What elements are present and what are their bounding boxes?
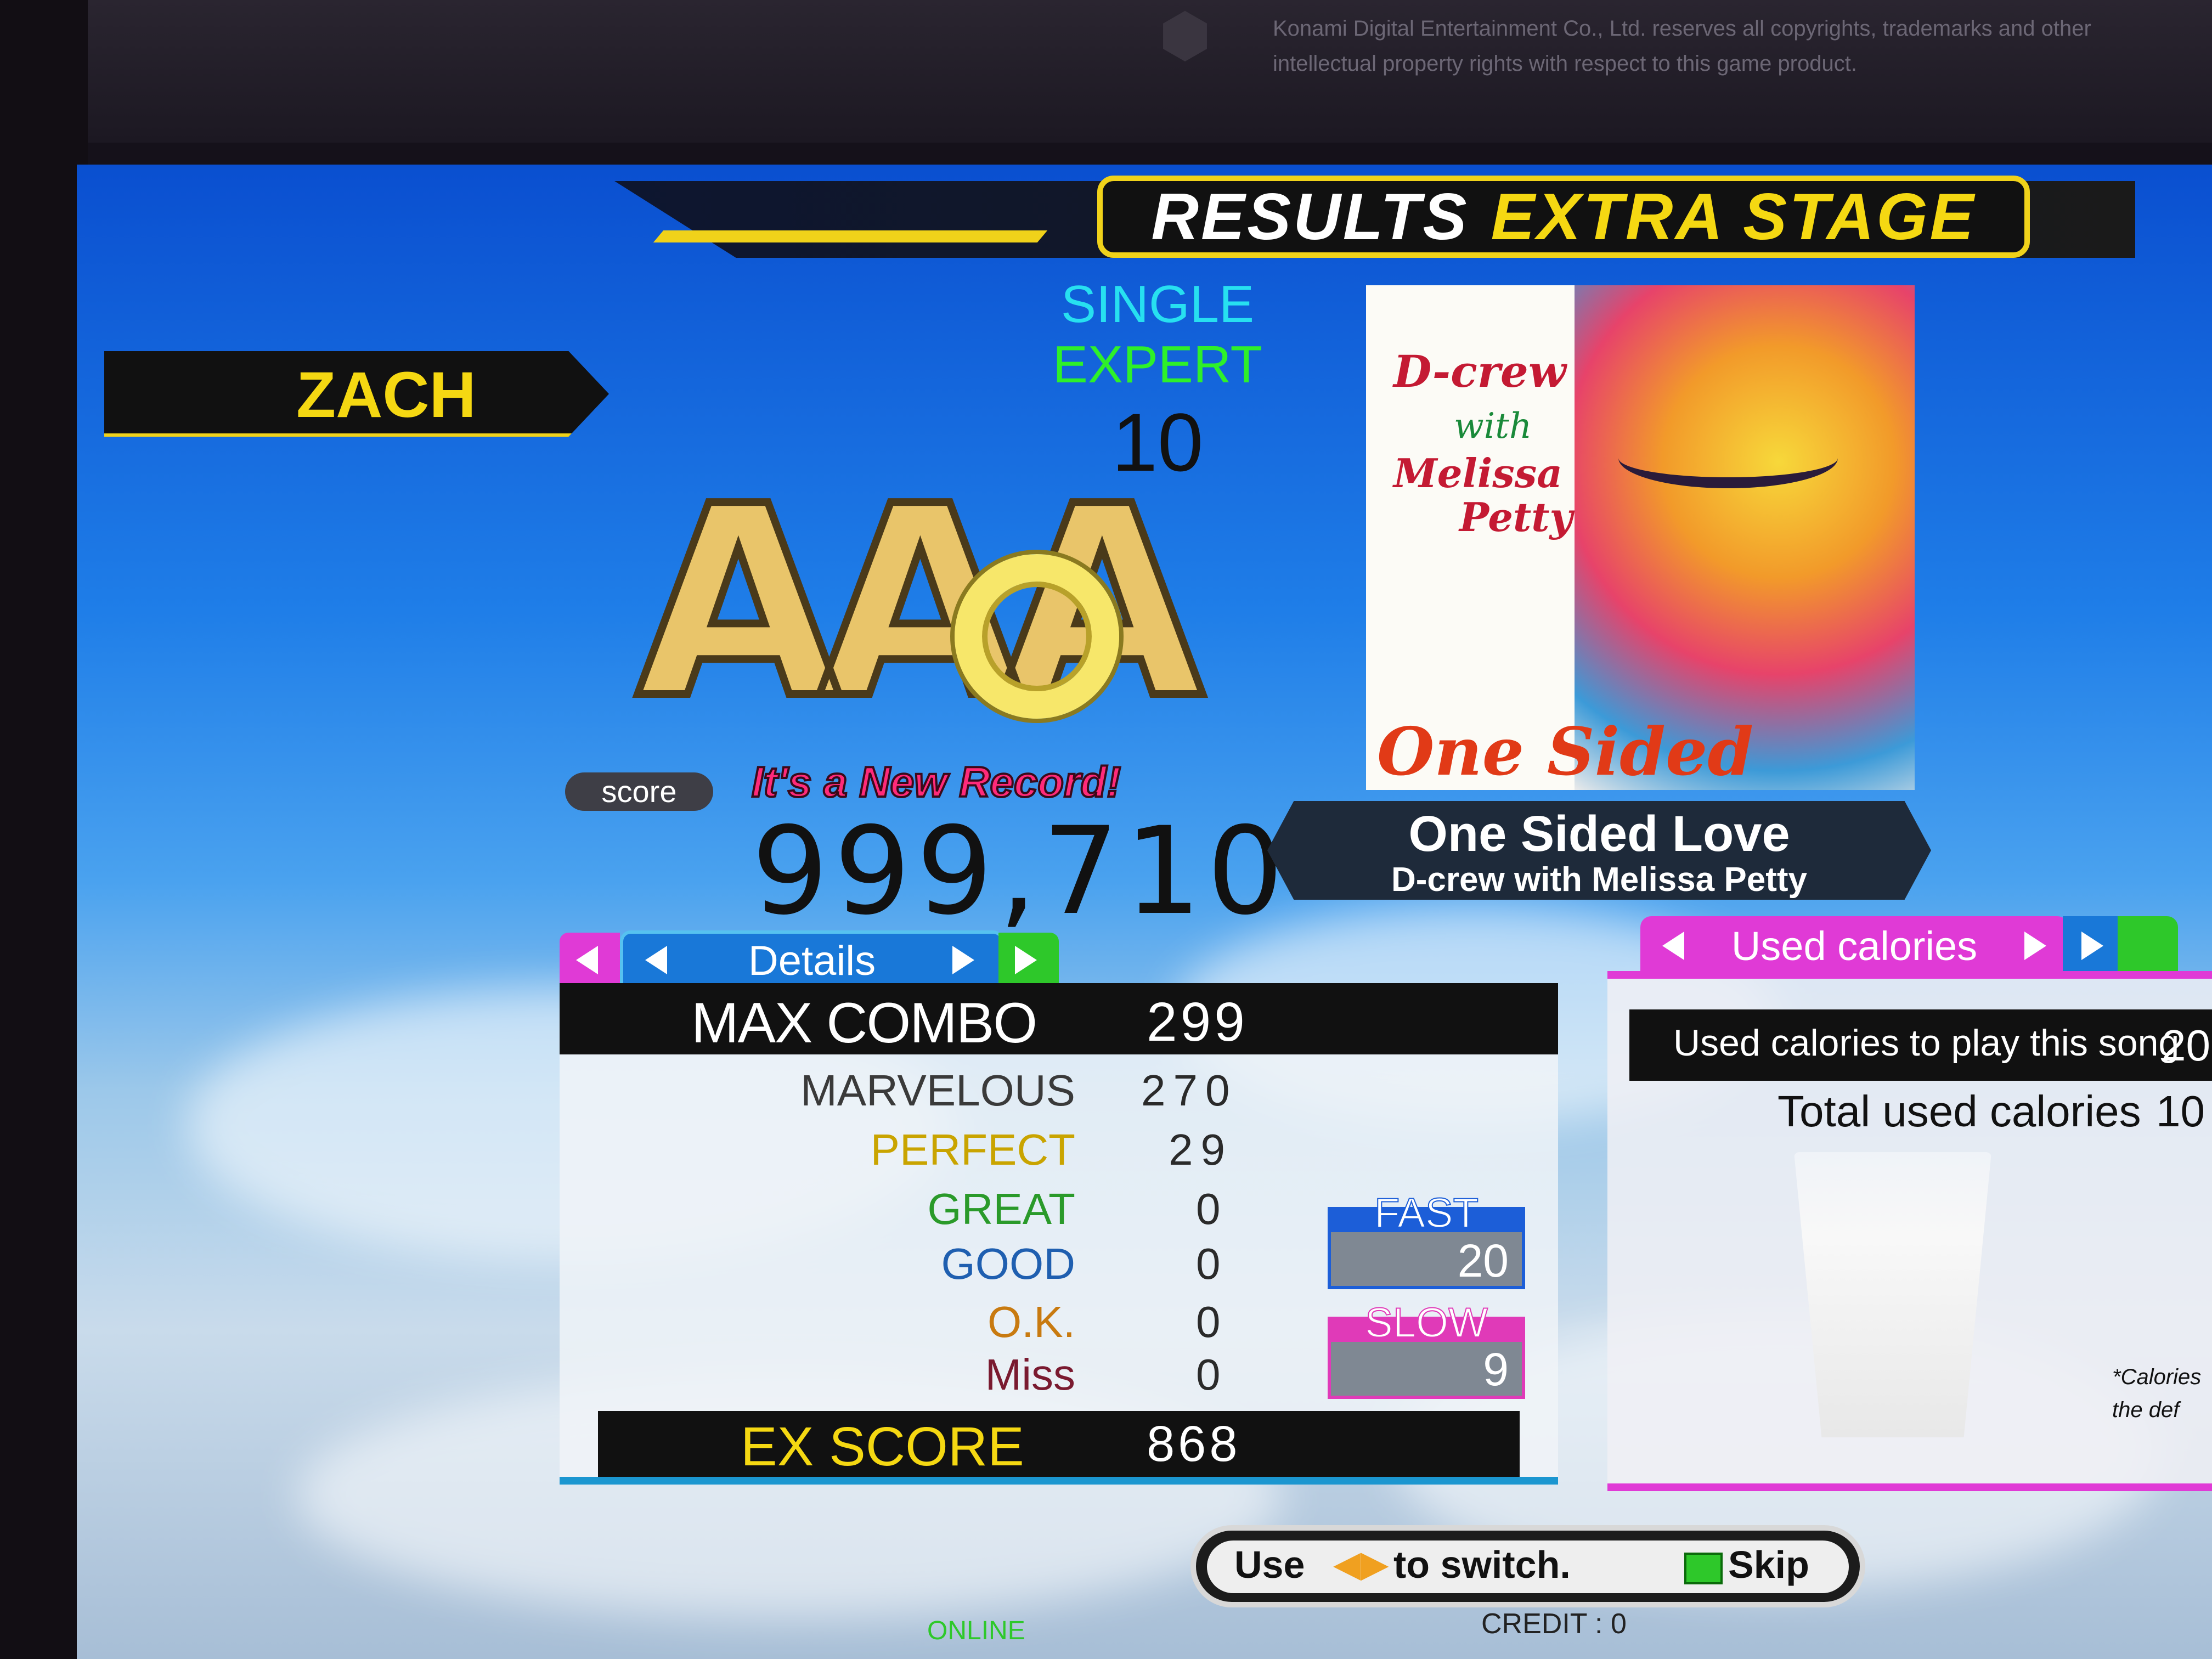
copyright-text: Konami Digital Entertainment Co., Ltd. r… — [1273, 16, 2091, 76]
full-combo-ring-icon — [955, 554, 1119, 719]
konami-logo-icon: ⬢ — [1158, 2, 1212, 69]
help-skip-text[interactable]: Skip — [1728, 1543, 1809, 1587]
judgment-label-ok: O.K. — [987, 1297, 1075, 1346]
jacket-text-with: with — [1454, 406, 1532, 447]
score-value: 999,710 — [752, 801, 1289, 941]
ex-score-value: 868 — [1147, 1416, 1241, 1472]
calories-song-value: 20 — [2162, 1021, 2210, 1070]
details-prev-tab[interactable] — [560, 933, 620, 988]
header-stripe — [653, 230, 1048, 242]
slow-value: 9 — [1483, 1344, 1509, 1395]
fast-value: 20 — [1457, 1235, 1509, 1286]
judgment-label-perfect: PERFECT — [870, 1125, 1075, 1174]
arrow-left-icon — [576, 946, 598, 974]
arrow-right-icon — [1015, 946, 1037, 974]
help-switch-text: to switch. — [1393, 1543, 1571, 1586]
arrow-right-icon — [2081, 932, 2103, 960]
judgment-value-ok: 0 — [1196, 1297, 1221, 1346]
jacket-eye-icon — [1618, 428, 1838, 488]
judgment-label-miss: Miss — [985, 1350, 1075, 1399]
details-next-tab[interactable] — [998, 933, 1059, 988]
calories-next-tab[interactable] — [2063, 916, 2123, 977]
judgment-value-perfect: 29 — [1169, 1125, 1233, 1174]
judgment-label-great: GREAT — [927, 1184, 1075, 1233]
max-combo-row: MAX COMBO 299 — [560, 983, 1558, 1055]
player-name: ZACH — [296, 359, 476, 431]
ex-score-label: EX SCORE — [741, 1416, 1024, 1477]
calories-tab-label: Used calories — [1731, 923, 1978, 969]
results-banner: RESULTS EXTRA STAGE — [1097, 176, 2030, 258]
online-status: ONLINE — [927, 1616, 1025, 1645]
score-label: score — [565, 772, 713, 811]
calories-total-value: 10 — [2156, 1087, 2205, 1136]
milk-glass-icon — [1794, 1152, 1991, 1437]
song-title: One Sided Love — [1408, 806, 1790, 862]
stage-label: EXTRA STAGE — [1491, 180, 1976, 253]
results-label: RESULTS — [1151, 180, 1469, 253]
jacket-text-artist: D-crew — [1393, 346, 1566, 397]
left-right-arrows-icon: ◀▶ — [1333, 1543, 1389, 1584]
new-record-label: It's a New Record! — [751, 757, 1122, 807]
song-artist: D-crew with Melissa Petty — [1391, 861, 1808, 899]
judgment-value-good: 0 — [1196, 1239, 1221, 1288]
judgment-value-great: 0 — [1196, 1184, 1221, 1233]
jacket-text-featured-2: Petty — [1459, 494, 1573, 540]
help-use-text: Use — [1234, 1543, 1305, 1586]
song-jacket: D-crew with Melissa Petty One Sided Love — [1366, 285, 1915, 790]
calories-total-label: Total used calories — [1778, 1087, 2141, 1136]
ex-score-row: EX SCORE 868 — [598, 1411, 1520, 1477]
max-combo-value: 299 — [1147, 991, 1248, 1053]
difficulty-label: EXPERT — [1052, 335, 1263, 394]
fast-label: FAST — [1374, 1189, 1479, 1237]
details-tab-label: Details — [748, 938, 876, 984]
slow-label: SLOW — [1364, 1299, 1488, 1347]
calories-song-label: Used calories to play this song — [1673, 1022, 2180, 1064]
calories-note: *Calories the def — [2112, 1365, 2202, 1422]
green-button-icon — [1684, 1553, 1723, 1584]
calories-next-tab-2[interactable] — [2118, 916, 2178, 977]
credit-counter: CREDIT : 0 — [1481, 1608, 1627, 1640]
jacket-song-title: One Sided Love — [1377, 713, 1754, 790]
jacket-text-featured: Melissa — [1393, 450, 1562, 496]
max-combo-label: MAX COMBO — [691, 991, 1037, 1055]
judgment-label-marvelous: MARVELOUS — [800, 1066, 1075, 1115]
cabinet-bezel-left — [0, 0, 88, 1659]
play-mode: SINGLE — [1060, 275, 1255, 334]
judgment-label-good: GOOD — [941, 1239, 1075, 1288]
judgment-value-miss: 0 — [1196, 1350, 1221, 1399]
judgment-value-marvelous: 270 — [1141, 1066, 1238, 1115]
